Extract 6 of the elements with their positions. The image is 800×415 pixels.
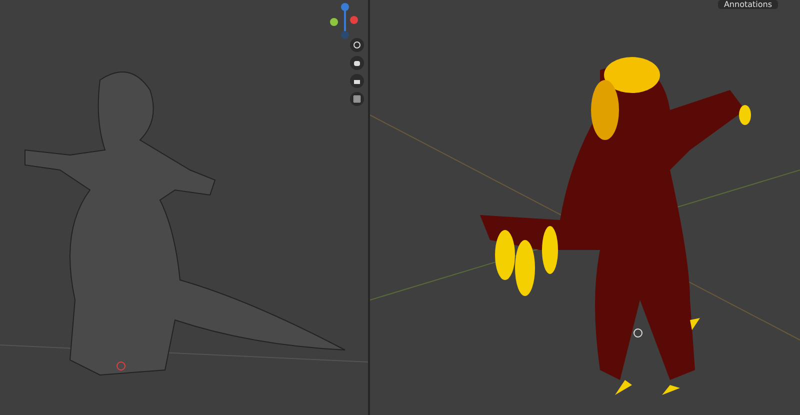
axis-gizmo-icon <box>330 3 358 39</box>
grid-icon[interactable] <box>350 92 364 106</box>
cursor-icon <box>634 328 642 338</box>
overlay-label[interactable]: Annotations <box>718 0 778 9</box>
zoom-icon[interactable] <box>350 38 364 52</box>
cursor-icon <box>116 362 126 370</box>
